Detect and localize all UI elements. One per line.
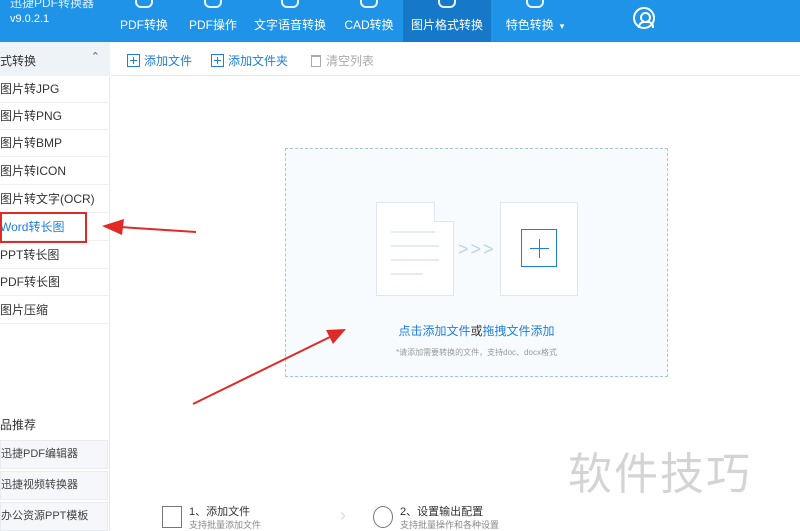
app-version: v9.0.2.1 <box>10 13 50 25</box>
sidebar-section-title: 式转换 <box>0 54 37 68</box>
add-file-icon <box>127 54 140 67</box>
tab-pdf-convert[interactable]: PDF转换 <box>110 0 178 42</box>
clear-list-button[interactable]: 清空列表 <box>311 52 374 69</box>
sidebar-section-header[interactable]: 式转换 ⌃ <box>0 42 110 76</box>
sidebar-item-image-ocr[interactable]: 图片转文字(OCR) <box>0 186 110 213</box>
tab-cad-convert[interactable]: CAD转换 <box>336 0 402 42</box>
tab-label: PDF转换 <box>119 18 168 32</box>
gear-icon <box>373 506 393 528</box>
recommend-video-converter[interactable]: 迅捷视频转换器 <box>0 471 108 500</box>
user-account-icon[interactable] <box>633 7 655 29</box>
recommend-pdf-editor[interactable]: 迅捷PDF编辑器 <box>0 440 108 469</box>
tab-label: CAD转换 <box>344 18 394 32</box>
tab-special-convert[interactable]: 特色转换 ▾ <box>495 0 575 42</box>
top-bar: 迅捷PDF转换器 v9.0.2.1 PDF转换 PDF操作 文字语音转换 CAD… <box>0 0 800 42</box>
text-speech-icon <box>281 0 299 8</box>
sidebar-item-image-to-bmp[interactable]: 图片转BMP <box>0 130 110 157</box>
file-plus-icon <box>162 506 182 528</box>
cad-convert-icon <box>360 0 378 8</box>
recommend-title: 品推荐 <box>0 418 37 432</box>
trash-icon <box>311 54 321 67</box>
click-add-link[interactable]: 点击添加文件 <box>398 324 470 338</box>
tab-pdf-operations[interactable]: PDF操作 <box>180 0 246 42</box>
app-name: 迅捷PDF转换器 <box>10 0 95 10</box>
file-toolbar: 添加文件 添加文件夹 清空列表 <box>111 42 800 76</box>
pdf-operations-icon <box>204 0 222 8</box>
highlight-box <box>0 212 87 243</box>
add-file-button[interactable]: 添加文件 <box>127 52 192 69</box>
image-format-icon <box>438 0 456 8</box>
sidebar: 式转换 ⌃ 图片转JPG 图片转PNG 图片转BMP 图片转ICON 图片转文字… <box>0 42 110 531</box>
tab-label: 特色转换 ▾ <box>505 18 565 32</box>
sidebar-item-image-to-jpg[interactable]: 图片转JPG <box>0 76 110 103</box>
add-folder-icon <box>211 54 224 67</box>
drop-instruction: 点击添加文件或拖拽文件添加 <box>398 324 555 338</box>
arrow-to-sidebar <box>119 226 197 233</box>
tab-label: 图片格式转换 <box>410 18 483 32</box>
add-target-box[interactable] <box>500 202 578 296</box>
chevron-up-icon: ⌃ <box>90 51 100 63</box>
special-convert-icon <box>526 0 544 8</box>
sidebar-item-image-to-png[interactable]: 图片转PNG <box>0 103 110 130</box>
watermark: 软件技巧 <box>568 449 752 500</box>
plus-icon <box>521 229 557 267</box>
pdf-convert-icon <box>135 0 153 8</box>
arrow-right-icon: >>> <box>458 239 496 259</box>
supported-formats-hint: *请添加需要转换的文件，支持doc、docx格式 <box>396 348 557 357</box>
recommend-ppt-templates[interactable]: 办公资源PPT模板 <box>0 502 108 531</box>
tab-image-format[interactable]: 图片格式转换 <box>403 0 491 42</box>
tab-label: PDF操作 <box>188 18 237 32</box>
chevron-down-icon: ▾ <box>559 21 565 31</box>
add-folder-button[interactable]: 添加文件夹 <box>211 52 288 69</box>
tab-label: 文字语音转换 <box>253 18 326 32</box>
sidebar-item-pdf-to-long-image[interactable]: PDF转长图 <box>0 269 110 296</box>
sidebar-item-image-compress[interactable]: 图片压缩 <box>0 297 110 324</box>
file-drop-zone[interactable]: >>> 点击添加文件或拖拽文件添加 *请添加需要转换的文件，支持doc、docx… <box>285 148 668 377</box>
app-brand: 迅捷PDF转换器 v9.0.2.1 <box>0 0 110 42</box>
chevron-right-icon: › <box>340 505 346 525</box>
sidebar-item-ppt-to-long-image[interactable]: PPT转长图 <box>0 242 110 269</box>
tab-text-speech[interactable]: 文字语音转换 <box>250 0 330 42</box>
document-icon <box>376 202 454 296</box>
sidebar-item-image-to-icon[interactable]: 图片转ICON <box>0 158 110 185</box>
drag-add-link[interactable]: 拖拽文件添加 <box>483 324 555 338</box>
